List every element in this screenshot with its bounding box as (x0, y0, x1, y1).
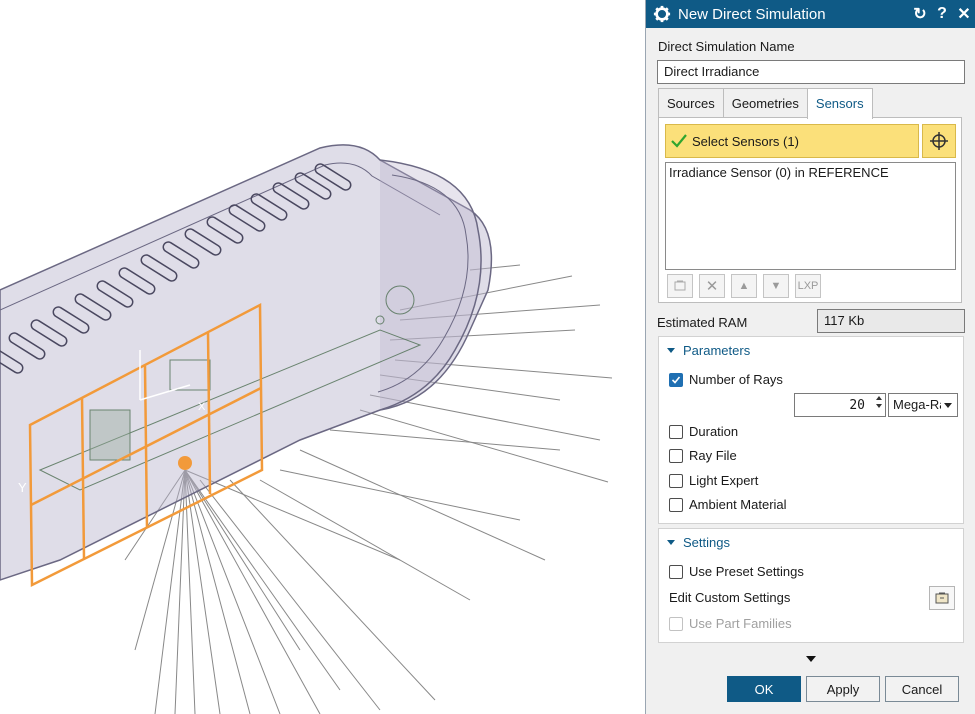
number-of-rays-option[interactable]: Number of Rays (669, 372, 783, 387)
settings-section: Settings Use Preset Settings Edit Custom… (658, 528, 964, 643)
settings-header[interactable]: Settings (667, 535, 730, 550)
select-sensors-label: Select Sensors (1) (692, 133, 799, 149)
parameters-section: Parameters Number of Rays 20 Mega-Rays D… (658, 336, 964, 524)
ray-file-checkbox[interactable] (669, 448, 683, 463)
tab-geometries[interactable]: Geometries (722, 88, 808, 118)
ray-file-option[interactable]: Ray File (669, 448, 737, 463)
rays-unit-select[interactable]: Mega-Rays (888, 393, 958, 417)
close-icon[interactable]: ✕ (953, 4, 975, 24)
ambient-material-option[interactable]: Ambient Material (669, 497, 787, 512)
arrow-down-icon: ▼ (770, 280, 782, 292)
collapse-icon (667, 540, 675, 545)
stepper-arrows-icon[interactable] (876, 396, 882, 408)
use-preset-settings-option[interactable]: Use Preset Settings (669, 564, 804, 579)
arrow-up-icon: ▲ (738, 280, 750, 292)
sensors-tab-panel: Select Sensors (1) Irradiance Sensor (0)… (658, 117, 962, 303)
gear-icon (653, 5, 671, 23)
ok-button[interactable]: OK (727, 676, 801, 702)
simulation-name-label: Direct Simulation Name (658, 39, 795, 54)
delete-icon: ✕ (705, 278, 719, 295)
collapse-icon (667, 348, 675, 353)
graphics-viewport[interactable]: Y X (0, 0, 645, 714)
select-sensors-row[interactable]: Select Sensors (1) (665, 124, 919, 158)
settings-edit-icon (935, 592, 949, 604)
light-expert-option[interactable]: Light Expert (669, 473, 758, 488)
estimated-ram-value: 117 Kb (817, 309, 965, 333)
chevron-down-icon (944, 403, 952, 408)
crosshair-icon (930, 132, 948, 150)
lxp-button[interactable]: LXP (795, 274, 821, 298)
sensor-list[interactable]: Irradiance Sensor (0) in REFERENCE (665, 162, 956, 270)
edit-icon (674, 280, 686, 291)
checkmark-icon (671, 134, 687, 148)
list-item[interactable]: Irradiance Sensor (0) in REFERENCE (669, 165, 952, 180)
apply-button[interactable]: Apply (806, 676, 880, 702)
use-part-families-checkbox (669, 616, 683, 631)
parameters-header[interactable]: Parameters (667, 343, 750, 358)
reset-icon[interactable]: ↻ (909, 4, 931, 24)
rays-count-stepper[interactable]: 20 (794, 393, 886, 417)
svg-text:Y: Y (18, 480, 27, 495)
move-up-button[interactable]: ▲ (731, 274, 757, 298)
use-preset-settings-checkbox[interactable] (669, 564, 683, 579)
tab-strip: Sources Geometries Sensors (658, 88, 873, 119)
edit-button[interactable] (667, 274, 693, 298)
number-of-rays-checkbox[interactable] (669, 372, 683, 387)
light-expert-checkbox[interactable] (669, 473, 683, 488)
tab-sources[interactable]: Sources (658, 88, 724, 118)
new-direct-simulation-dialog: New Direct Simulation ↻ ? ✕ Direct Simul… (645, 0, 975, 714)
delete-button[interactable]: ✕ (699, 274, 725, 298)
svg-text:X: X (198, 401, 206, 413)
sensor-origin (178, 456, 192, 470)
list-toolbar: ✕ ▲ ▼ LXP (667, 274, 821, 298)
model-view: Y X (0, 144, 613, 714)
dialog-titlebar[interactable]: New Direct Simulation ↻ ? ✕ (646, 0, 975, 28)
duration-option[interactable]: Duration (669, 424, 738, 439)
help-icon[interactable]: ? (931, 5, 953, 23)
duration-checkbox[interactable] (669, 424, 683, 439)
ambient-material-checkbox[interactable] (669, 497, 683, 512)
tab-sensors[interactable]: Sensors (806, 88, 873, 119)
cancel-button[interactable]: Cancel (885, 676, 959, 702)
dialog-title: New Direct Simulation (678, 5, 826, 23)
use-part-families-option: Use Part Families (669, 616, 792, 631)
edit-custom-settings-button[interactable] (929, 586, 955, 610)
edit-custom-settings-label: Edit Custom Settings (669, 590, 791, 605)
crosshair-button[interactable] (922, 124, 956, 158)
move-down-button[interactable]: ▼ (763, 274, 789, 298)
estimated-ram-label: Estimated RAM (657, 315, 748, 330)
simulation-name-field[interactable]: Direct Irradiance (657, 60, 965, 84)
more-options-icon[interactable] (806, 656, 816, 662)
